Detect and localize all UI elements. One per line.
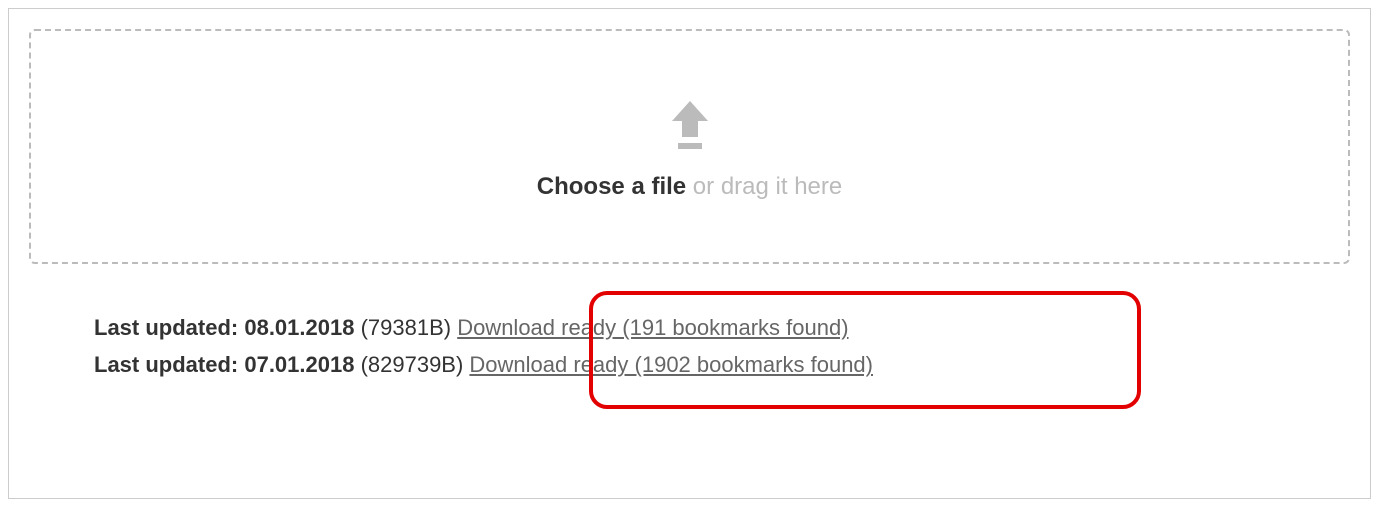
main-panel: Choose a file or drag it here Last updat… [8,8,1371,499]
status-date: 08.01.2018 [244,315,354,340]
drag-hint-label: or drag it here [686,173,842,200]
upload-icon [660,93,720,158]
last-updated-label: Last updated: [94,352,244,377]
status-size: (79381B) [354,315,457,340]
choose-file-label: Choose a file [537,173,686,200]
status-row: Last updated: 08.01.2018 (79381B) Downlo… [94,309,1350,346]
status-section: Last updated: 08.01.2018 (79381B) Downlo… [29,309,1350,384]
download-link[interactable]: Download ready (191 bookmarks found) [457,315,848,340]
download-link[interactable]: Download ready (1902 bookmarks found) [469,352,873,377]
status-date: 07.01.2018 [244,352,354,377]
status-size: (829739B) [354,352,469,377]
status-row: Last updated: 07.01.2018 (829739B) Downl… [94,346,1350,383]
file-dropzone[interactable]: Choose a file or drag it here [29,29,1350,264]
dropzone-text: Choose a file or drag it here [537,173,842,201]
last-updated-label: Last updated: [94,315,244,340]
